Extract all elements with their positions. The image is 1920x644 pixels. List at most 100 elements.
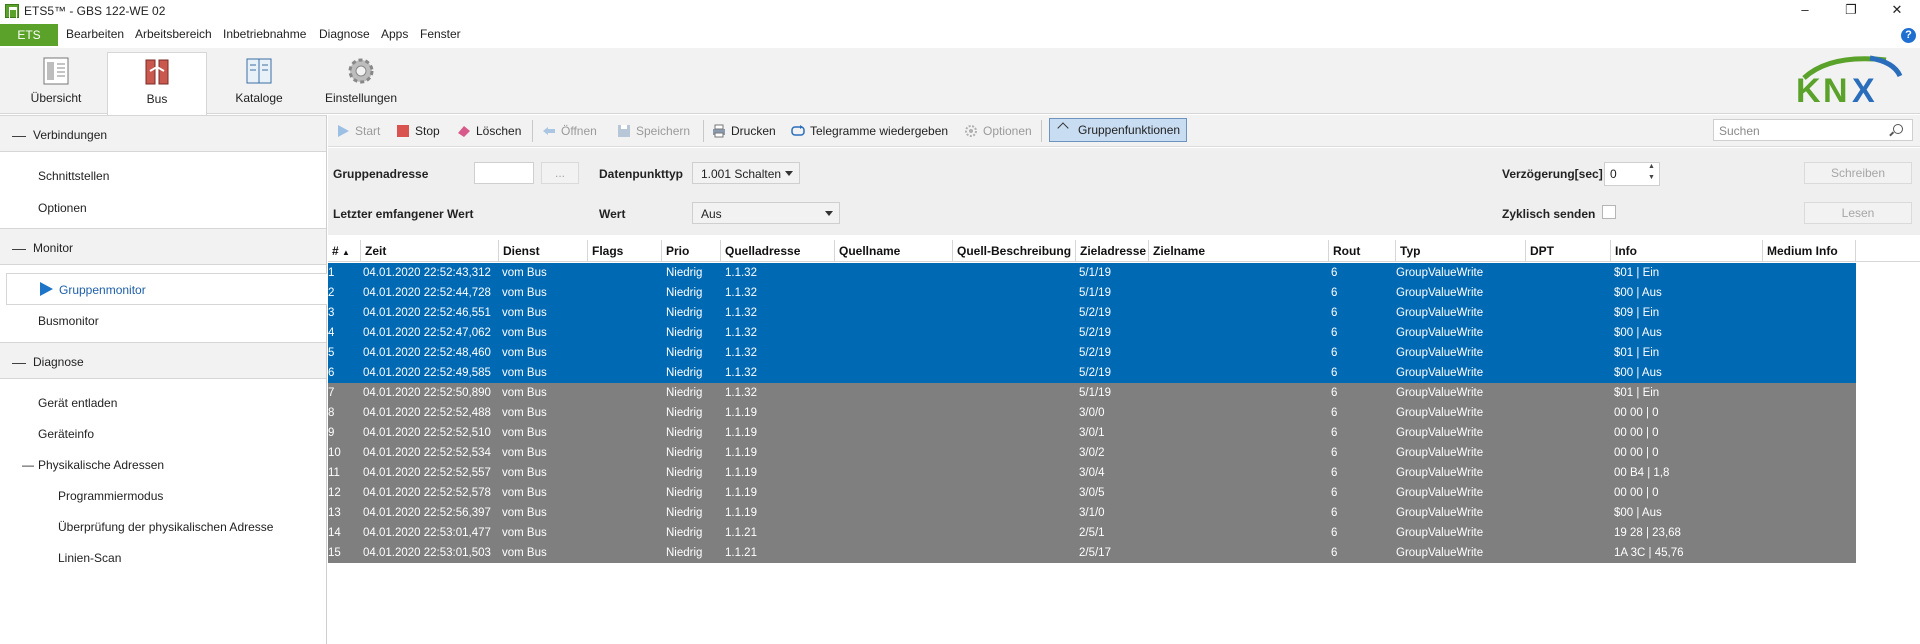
col-dpt[interactable]: DPT: [1526, 240, 1611, 262]
close-icon[interactable]: ✕: [1874, 0, 1920, 22]
col-info[interactable]: Info: [1611, 240, 1763, 262]
sidebar-section-label: Diagnose: [33, 355, 84, 369]
telegramme-button[interactable]: Telegramme wiedergeben: [791, 122, 948, 140]
col-quelladresse[interactable]: Quelladresse: [721, 240, 835, 262]
wert-select[interactable]: Aus: [692, 202, 840, 224]
collapse-icon[interactable]: —: [12, 240, 26, 256]
search-icon[interactable]: [1893, 124, 1903, 134]
zyklisch-checkbox[interactable]: [1602, 205, 1616, 219]
loeschen-button[interactable]: Löschen: [457, 122, 521, 140]
collapse-icon[interactable]: —: [12, 354, 26, 370]
sidebar-section-diagnose[interactable]: — Diagnose: [0, 342, 326, 379]
table-row[interactable]: 3 04.01.2020 22:52:46,551 vom Bus Niedrig 1.…: [328, 303, 1856, 323]
sidebar-item-optionen[interactable]: Optionen: [38, 201, 87, 215]
sidebar-item-busmonitor[interactable]: Busmonitor: [38, 314, 99, 328]
sidebar-item-geraeteinfo[interactable]: Geräteinfo: [38, 427, 94, 441]
stop-button[interactable]: Stop: [396, 122, 440, 140]
col-rout[interactable]: Rout: [1329, 240, 1396, 262]
search-input[interactable]: Suchen: [1713, 119, 1913, 141]
table-row[interactable]: 6 04.01.2020 22:52:49,585 vom Bus Niedrig 1.…: [328, 363, 1856, 383]
col-number[interactable]: # ▲: [328, 240, 361, 262]
cell-typ: GroupValueWrite: [1396, 427, 1484, 439]
cell-rout: 6: [1331, 447, 1338, 459]
col-zieladresse[interactable]: Zieladresse: [1076, 240, 1149, 262]
start-button[interactable]: Start: [336, 122, 380, 140]
cell-quelle: 1.1.19: [725, 447, 757, 459]
datenpunkttyp-label: Datenpunkttyp: [599, 167, 683, 181]
tab-kataloge[interactable]: Kataloge: [209, 52, 309, 114]
col-typ[interactable]: Typ: [1396, 240, 1526, 262]
sidebar-section-verbindungen[interactable]: — Verbindungen: [0, 115, 326, 152]
table-row[interactable]: 2 04.01.2020 22:52:44,728 vom Bus Niedrig 1.…: [328, 283, 1856, 303]
tab-einstellungen[interactable]: Einstellungen: [311, 52, 411, 114]
tab-kataloge-label: Kataloge: [235, 91, 283, 105]
restore-icon[interactable]: ❐: [1828, 0, 1874, 22]
spin-down-icon[interactable]: ▼: [1648, 174, 1655, 181]
menu-inbetriebnahme[interactable]: Inbetriebnahme: [223, 27, 306, 41]
sidebar-item-geraet-entladen[interactable]: Gerät entladen: [38, 396, 117, 410]
cell-quelle: 1.1.21: [725, 527, 757, 539]
col-flags[interactable]: Flags: [588, 240, 662, 262]
sidebar-item-gruppenmonitor-selected[interactable]: [6, 273, 327, 305]
sidebar-item-programmiermodus[interactable]: Programmiermodus: [58, 489, 163, 503]
collapse-icon[interactable]: —: [22, 458, 34, 472]
speichern-button[interactable]: Speichern: [617, 122, 690, 140]
drucken-button[interactable]: Drucken: [712, 122, 776, 140]
menu-fenster[interactable]: Fenster: [420, 27, 461, 41]
sidebar-section-label: Monitor: [33, 241, 74, 255]
col-prio[interactable]: Prio: [662, 240, 721, 262]
optionen-label: Optionen: [983, 124, 1032, 138]
sidebar-item-schnittstellen[interactable]: Schnittstellen: [38, 169, 109, 183]
tab-bus[interactable]: Bus: [107, 52, 207, 115]
schreiben-button[interactable]: Schreiben: [1804, 162, 1912, 184]
cell-n: 4: [328, 327, 335, 339]
svg-text:K: K: [1796, 72, 1821, 108]
speichern-label: Speichern: [636, 124, 691, 138]
table-row[interactable]: 10 04.01.2020 22:52:52,534 vom Bus Niedrig 1…: [328, 443, 1856, 463]
optionen-button[interactable]: Optionen: [964, 122, 1032, 140]
replay-icon: [791, 124, 805, 138]
table-row[interactable]: 8 04.01.2020 22:52:52,488 vom Bus Niedrig 1.…: [328, 403, 1856, 423]
menu-arbeitsbereich[interactable]: Arbeitsbereich: [135, 27, 212, 41]
gruppenadresse-input[interactable]: [474, 162, 534, 184]
gruppenfunktionen-button[interactable]: Gruppenfunktionen: [1049, 118, 1187, 142]
cell-dienst: vom Bus: [502, 447, 547, 459]
gruppenadresse-browse-button[interactable]: ...: [541, 162, 579, 184]
table-row[interactable]: 11 04.01.2020 22:52:52,557 vom Bus Niedrig 1…: [328, 463, 1856, 483]
datenpunkttyp-select[interactable]: 1.001 Schalten: [692, 162, 800, 184]
cell-zeit: 04.01.2020 22:52:52,557: [363, 467, 491, 479]
col-quellname[interactable]: Quellname: [835, 240, 953, 262]
lesen-button[interactable]: Lesen: [1804, 202, 1912, 224]
col-zielname[interactable]: Zielname: [1149, 240, 1329, 262]
table-row[interactable]: 1 04.01.2020 22:52:43,312 vom Bus Niedrig 1.…: [328, 263, 1856, 283]
col-medium-info[interactable]: Medium Info: [1763, 240, 1856, 262]
col-zeit[interactable]: Zeit: [361, 240, 499, 262]
collapse-icon[interactable]: —: [12, 127, 26, 143]
table-row[interactable]: 4 04.01.2020 22:52:47,062 vom Bus Niedrig 1.…: [328, 323, 1856, 343]
table-row[interactable]: 15 04.01.2020 22:53:01,503 vom Bus Niedrig 1…: [328, 543, 1856, 563]
menu-apps[interactable]: Apps: [381, 27, 408, 41]
cell-rout: 6: [1331, 427, 1338, 439]
sidebar-item-physikalische-adressen[interactable]: Physikalische Adressen: [38, 458, 164, 472]
cell-rout: 6: [1331, 507, 1338, 519]
ets-menu-button[interactable]: ETS: [0, 24, 58, 46]
minimize-icon[interactable]: –: [1782, 0, 1828, 22]
table-row[interactable]: 9 04.01.2020 22:52:52,510 vom Bus Niedrig 1.…: [328, 423, 1856, 443]
menu-bearbeiten[interactable]: Bearbeiten: [66, 27, 124, 41]
sidebar-item-linien-scan[interactable]: Linien-Scan: [58, 551, 121, 565]
table-row[interactable]: 14 04.01.2020 22:53:01,477 vom Bus Niedrig 1…: [328, 523, 1856, 543]
spin-up-icon[interactable]: ▲: [1648, 163, 1655, 170]
tab-uebersicht[interactable]: Übersicht: [6, 52, 106, 114]
col-dienst[interactable]: Dienst: [499, 240, 588, 262]
table-row[interactable]: 13 04.01.2020 22:52:56,397 vom Bus Niedrig 1…: [328, 503, 1856, 523]
menu-diagnose[interactable]: Diagnose: [319, 27, 370, 41]
table-row[interactable]: 5 04.01.2020 22:52:48,460 vom Bus Niedrig 1.…: [328, 343, 1856, 363]
oeffnen-button[interactable]: Öffnen: [542, 122, 597, 140]
sidebar-item-gruppenmonitor[interactable]: Gruppenmonitor: [59, 283, 146, 297]
table-row[interactable]: 12 04.01.2020 22:52:52,578 vom Bus Niedrig 1…: [328, 483, 1856, 503]
sidebar-section-monitor[interactable]: — Monitor: [0, 228, 326, 265]
sidebar-item-ueberpruefung[interactable]: Überprüfung der physikalischen Adresse: [58, 520, 273, 534]
help-icon[interactable]: ?: [1901, 28, 1916, 43]
table-row[interactable]: 7 04.01.2020 22:52:50,890 vom Bus Niedrig 1.…: [328, 383, 1856, 403]
col-quell-beschreibung[interactable]: Quell-Beschreibung: [953, 240, 1076, 262]
